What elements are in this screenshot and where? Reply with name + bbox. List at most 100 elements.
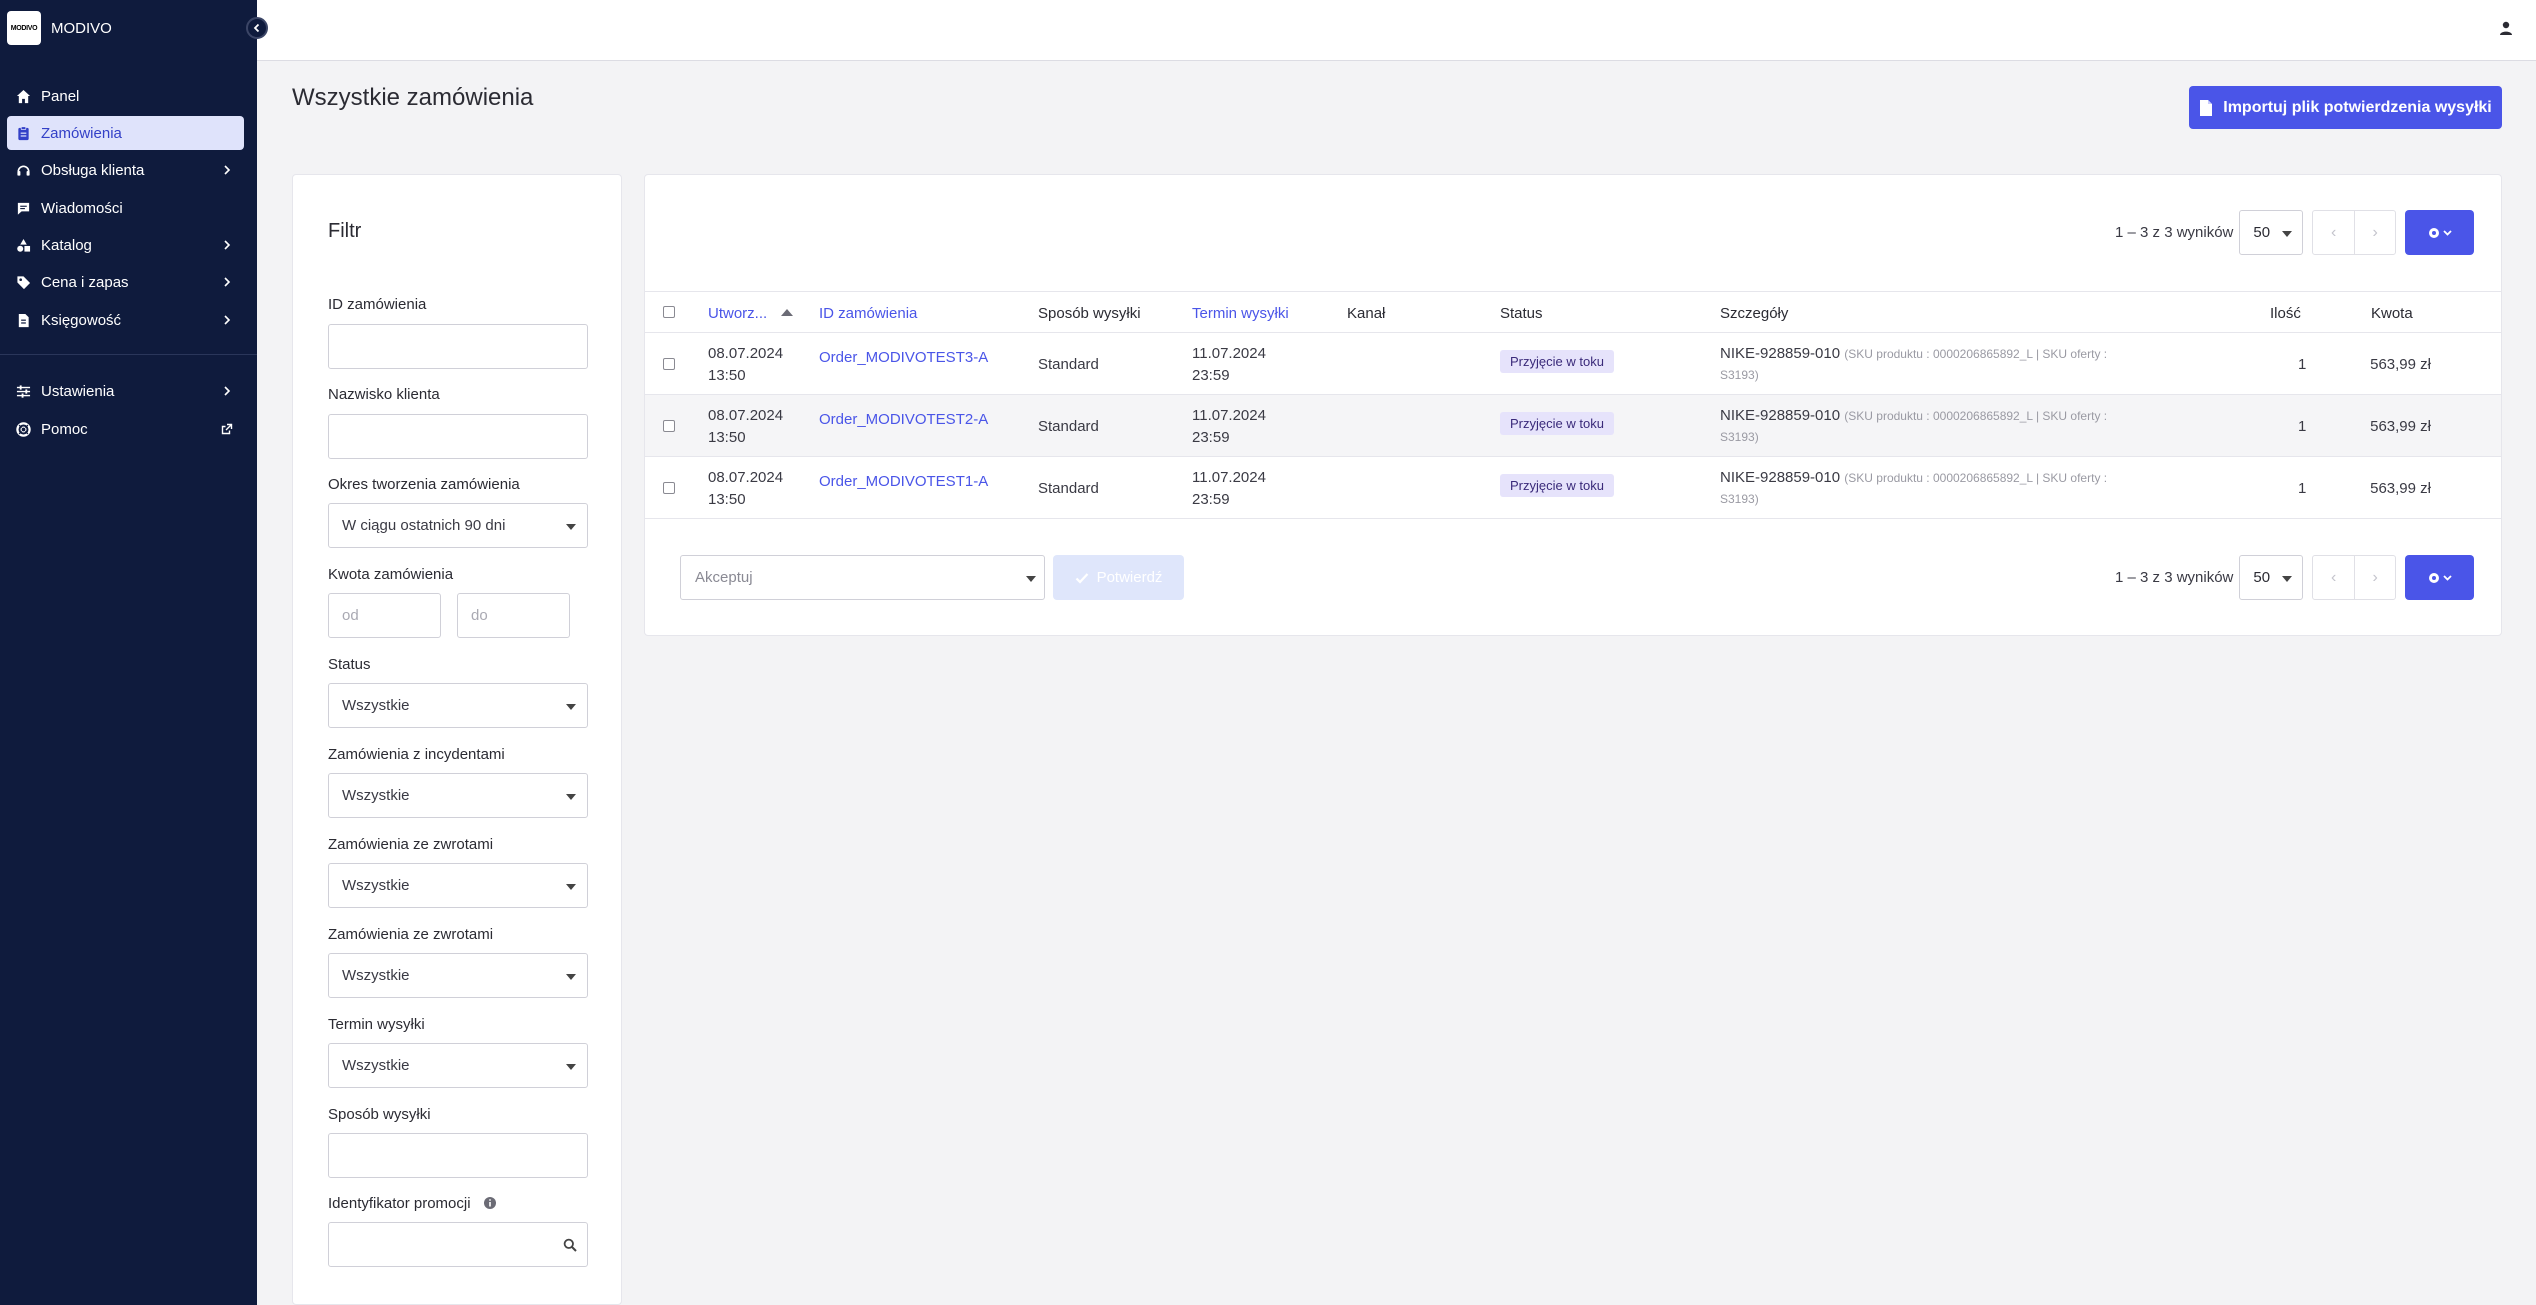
created-date: 08.07.2024 — [708, 407, 784, 424]
column-details: Szczegóły — [1720, 305, 1789, 322]
external-link-icon — [221, 423, 233, 435]
customer-name-input[interactable] — [328, 414, 588, 459]
ship-method-input[interactable] — [328, 1133, 588, 1178]
created-time: 13:50 — [708, 429, 746, 446]
created-date: 08.07.2024 — [708, 345, 784, 362]
created-time: 13:50 — [708, 491, 746, 508]
sku-info-cont: S3193) — [1720, 368, 1759, 382]
customer-name-label: Nazwisko klienta — [328, 386, 440, 403]
status-select[interactable]: Wszystkie — [328, 683, 588, 728]
filter-title: Filtr — [328, 220, 362, 242]
sidebar-item-messages[interactable]: Wiadomości — [7, 191, 244, 225]
table-row[interactable]: 08.07.2024 13:50 Order_MODIVOTEST1-A Sta… — [645, 457, 2501, 519]
caret-down-icon — [1026, 576, 1036, 582]
filter-panel: Filtr ID zamówienia Nazwisko klienta Okr… — [292, 174, 622, 1305]
column-ship-deadline[interactable]: Termin wysyłki — [1192, 305, 1289, 322]
returns-2-select[interactable]: Wszystkie — [328, 953, 588, 998]
caret-down-icon — [566, 974, 576, 980]
sidebar-item-panel[interactable]: Panel — [7, 79, 244, 113]
table-row[interactable]: 08.07.2024 13:50 Order_MODIVOTEST3-A Sta… — [645, 333, 2501, 395]
quantity: 1 — [2298, 418, 2307, 435]
amount: 563,99 zł — [2370, 356, 2431, 373]
sidebar-item-price-stock[interactable]: Cena i zapas — [7, 265, 244, 299]
pagination-bottom: 1 – 3 z 3 wyników 50 ‹ › — [2115, 555, 2475, 600]
brand-logo: MODIVO — [7, 11, 41, 45]
sku-info: (SKU produktu : 0000206865892_L | SKU of… — [1844, 347, 2108, 361]
sku-info-cont: S3193) — [1720, 492, 1759, 506]
next-page-button[interactable]: › — [2353, 211, 2396, 254]
ship-method: Standard — [1038, 356, 1099, 373]
page-nav: ‹ › — [2312, 210, 2397, 255]
incidents-select[interactable]: Wszystkie — [328, 773, 588, 818]
column-status: Status — [1500, 305, 1543, 322]
sidebar-item-accounting[interactable]: Księgowość — [7, 303, 244, 337]
sidebar-item-label: Zamówienia — [41, 124, 122, 142]
sidebar-item-help[interactable]: Pomoc — [7, 412, 244, 446]
deadline-date: 11.07.2024 — [1192, 407, 1266, 424]
import-shipping-confirmation-button[interactable]: Importuj plik potwierdzenia wysyłki — [2189, 86, 2502, 129]
column-settings-button[interactable] — [2405, 555, 2475, 600]
amount-from-input[interactable]: od — [328, 593, 441, 638]
sort-asc-icon — [781, 309, 794, 316]
confirm-button[interactable]: Potwierdź — [1053, 555, 1184, 600]
per-page-select[interactable]: 50 — [2239, 210, 2304, 255]
sku-info: (SKU produktu : 0000206865892_L | SKU of… — [1844, 471, 2108, 485]
message-icon — [16, 201, 31, 216]
sidebar-item-orders[interactable]: Zamówienia — [7, 116, 244, 150]
promo-id-label: Identyfikator promocji — [328, 1195, 497, 1212]
sidebar-item-label: Wiadomości — [41, 199, 123, 217]
settings-dropdown-icon — [2428, 572, 2452, 583]
sidebar-item-catalog[interactable]: Katalog — [7, 228, 244, 262]
row-checkbox[interactable] — [663, 482, 675, 494]
deadline-date: 11.07.2024 — [1192, 345, 1266, 362]
returns-select[interactable]: Wszystkie — [328, 863, 588, 908]
amount: 563,99 zł — [2370, 418, 2431, 435]
status-value: Wszystkie — [342, 697, 410, 714]
returns-2-value: Wszystkie — [342, 967, 410, 984]
user-icon[interactable] — [2498, 20, 2514, 36]
chevron-right-icon — [224, 240, 231, 250]
orders-panel: 1 – 3 z 3 wyników 50 ‹ › Utworz... ID za… — [644, 174, 2502, 636]
prev-page-button[interactable]: ‹ — [2313, 211, 2354, 254]
column-channel: Kanał — [1347, 305, 1386, 322]
next-page-button[interactable]: › — [2353, 556, 2396, 599]
created-period-select[interactable]: W ciągu ostatnich 90 dni — [328, 503, 588, 548]
row-checkbox[interactable] — [663, 358, 675, 370]
ship-deadline-select[interactable]: Wszystkie — [328, 1043, 588, 1088]
info-icon[interactable] — [483, 1196, 497, 1210]
order-id-input[interactable] — [328, 324, 588, 369]
row-checkbox[interactable] — [663, 420, 675, 432]
check-icon — [1075, 572, 1088, 584]
select-all-checkbox[interactable] — [663, 306, 675, 318]
sidebar-collapse-button[interactable] — [246, 17, 268, 39]
promo-id-input[interactable] — [328, 1222, 588, 1267]
prev-page-button[interactable]: ‹ — [2313, 556, 2354, 599]
table-row[interactable]: 08.07.2024 13:50 Order_MODIVOTEST2-A Sta… — [645, 395, 2501, 457]
product-details: NIKE-928859-010 (SKU produktu : 00002068… — [1720, 467, 2107, 489]
column-created[interactable]: Utworz... — [708, 305, 794, 322]
created-period-value: W ciągu ostatnich 90 dni — [342, 517, 506, 534]
sidebar-item-label: Księgowość — [41, 311, 122, 329]
invoice-icon — [16, 313, 31, 328]
column-order-id[interactable]: ID zamówienia — [819, 305, 917, 322]
created-time: 13:50 — [708, 367, 746, 384]
sidebar-item-settings[interactable]: Ustawienia — [7, 374, 244, 408]
shapes-icon — [16, 238, 31, 253]
amount-to-input[interactable]: do — [457, 593, 570, 638]
brand-name: MODIVO — [51, 19, 112, 37]
brand[interactable]: MODIVO MODIVO — [0, 0, 257, 56]
sidebar-item-customer-service[interactable]: Obsługa klienta — [7, 153, 244, 187]
bulk-action-select[interactable]: Akceptuj — [680, 555, 1045, 600]
order-id-link[interactable]: Order_MODIVOTEST2-A — [819, 409, 988, 430]
headset-icon — [16, 163, 31, 178]
column-qty: Ilość — [2270, 305, 2301, 322]
lifebuoy-icon — [16, 421, 31, 437]
order-id-link[interactable]: Order_MODIVOTEST1-A — [819, 471, 988, 492]
product-ref: NIKE-928859-010 — [1720, 407, 1841, 424]
column-settings-button[interactable] — [2405, 210, 2475, 255]
per-page-select[interactable]: 50 — [2239, 555, 2304, 600]
status-label: Status — [328, 656, 371, 673]
order-id-link[interactable]: Order_MODIVOTEST3-A — [819, 347, 988, 368]
per-page-value: 50 — [2253, 224, 2271, 241]
sidebar-item-label: Pomoc — [41, 420, 88, 438]
